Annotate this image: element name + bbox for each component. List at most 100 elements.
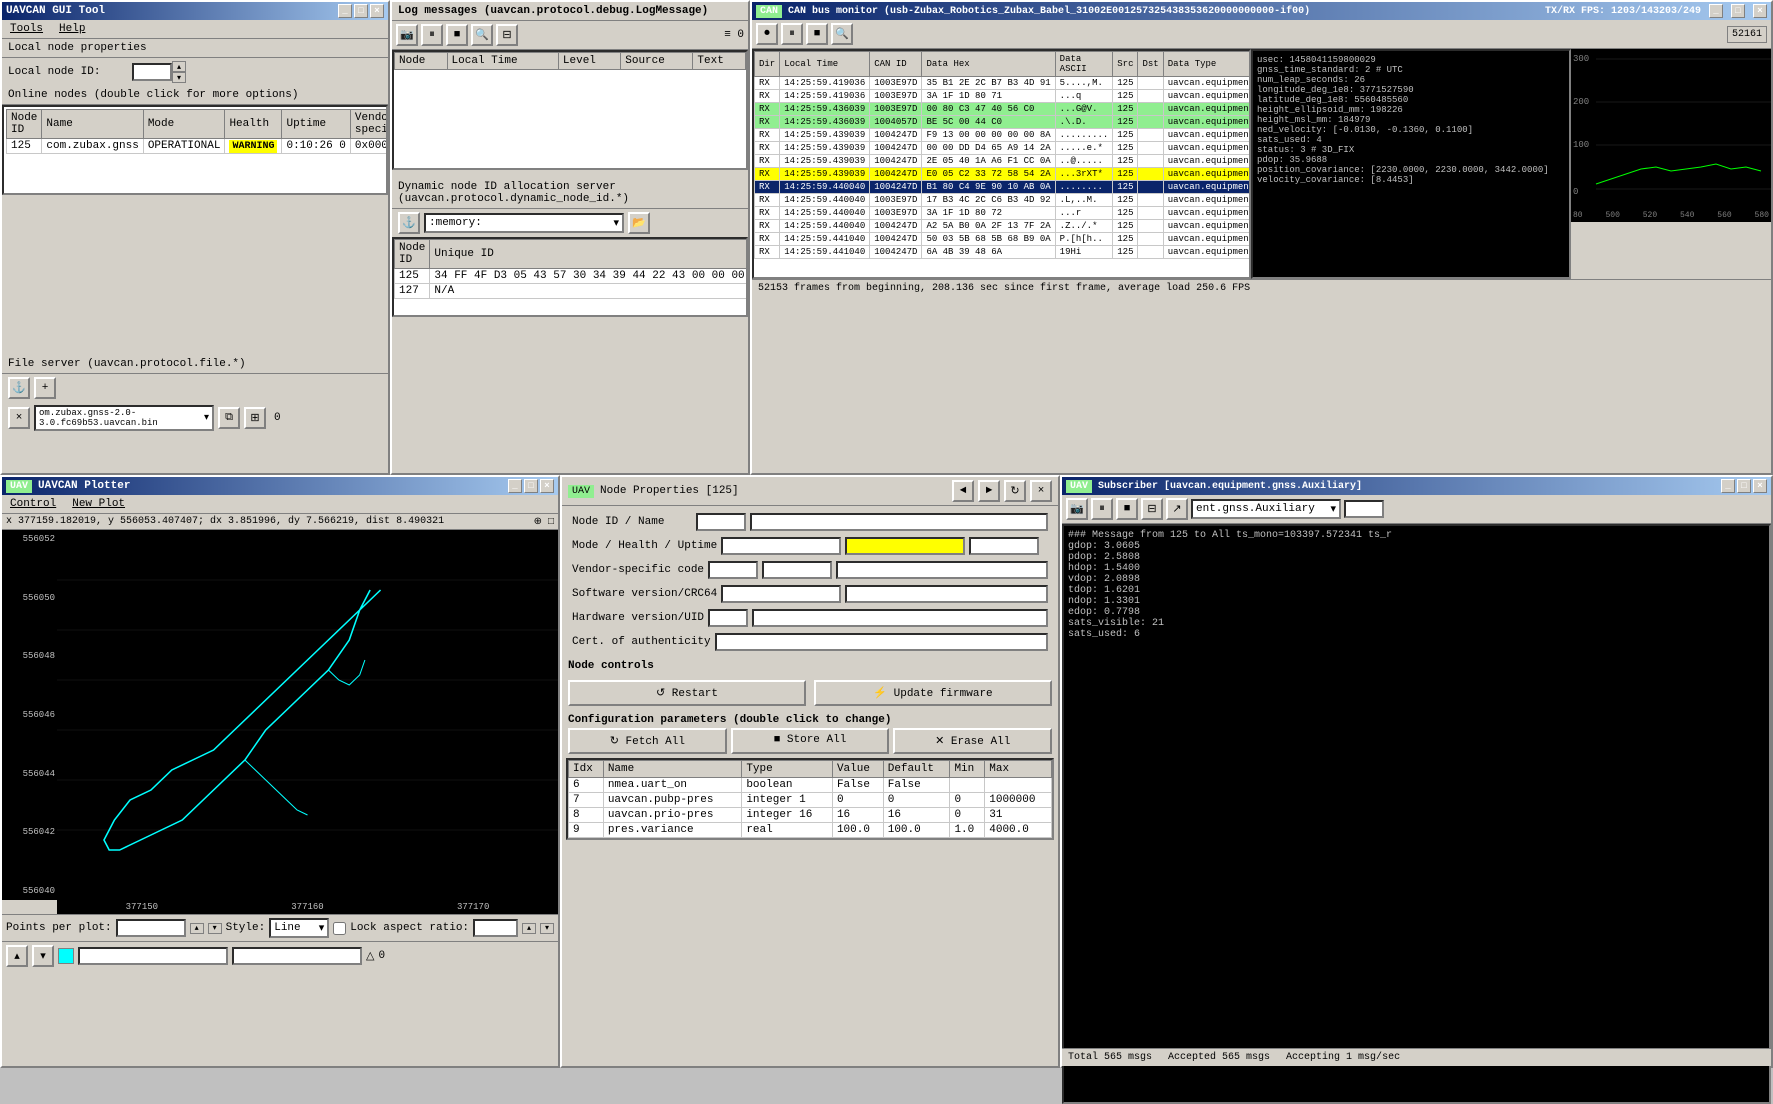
- table-row[interactable]: RX 14:25:59.440040 1004247D A2 5A B0 0A …: [755, 220, 1252, 233]
- health-field[interactable]: WARNING (1): [845, 537, 965, 555]
- node-nav-close[interactable]: ×: [1030, 480, 1052, 502]
- log-filter-btn[interactable]: ⊟: [496, 24, 518, 46]
- file-paste-btn[interactable]: ⊞: [244, 407, 266, 429]
- sub-fwd-btn[interactable]: ↗: [1166, 498, 1188, 520]
- file-server-pin-btn[interactable]: ⚓: [8, 377, 30, 399]
- fetch-all-btn[interactable]: ↻ Fetch All: [568, 728, 727, 754]
- table-row[interactable]: RX 14:25:59.419036 1003E97D 3A 1F 1D 80 …: [755, 90, 1252, 103]
- table-row[interactable]: 7 uavcan.pubp-pres integer 1 0 0 0 10000…: [569, 793, 1052, 808]
- table-row[interactable]: RX 14:25:59.436039 1003E97D 00 80 C3 47 …: [755, 103, 1252, 116]
- sub-filter-btn[interactable]: ⊟: [1141, 498, 1163, 520]
- vendor-hex-field[interactable]: 0x0000: [762, 561, 832, 579]
- log-camera-btn[interactable]: 📷: [396, 24, 418, 46]
- plot-field-input[interactable]: msg.latitude_deg_1e8/1e4: [232, 947, 362, 965]
- table-row[interactable]: 9 pres.variance real 100.0 100.0 1.0 400…: [569, 823, 1052, 838]
- points-down[interactable]: ▾: [208, 923, 222, 934]
- sub-clear-btn[interactable]: ■: [1116, 498, 1138, 520]
- plotter-close-btn[interactable]: ×: [540, 479, 554, 493]
- maximize-btn[interactable]: □: [354, 4, 368, 18]
- new-plot-menu[interactable]: New Plot: [68, 497, 129, 511]
- restart-btn[interactable]: ↺ Restart: [568, 680, 806, 706]
- aspect-input[interactable]: 1.000: [473, 919, 518, 937]
- hardware-version-field[interactable]: 2.0: [708, 609, 748, 627]
- file-copy-btn[interactable]: ⧉: [218, 407, 240, 429]
- file-server-remove-btn[interactable]: ×: [8, 407, 30, 429]
- table-row[interactable]: RX 14:25:59.439039 1004247D 2E 05 40 1A …: [755, 155, 1252, 168]
- node-nav-next[interactable]: ►: [978, 480, 1000, 502]
- table-row[interactable]: 8 uavcan.prio-pres integer 16 16 16 0 31: [569, 808, 1052, 823]
- hardware-uid-field[interactable]: 34 ff d3 05 43 57 30 34 39 44 22 43 00 0…: [752, 609, 1048, 627]
- can-minimize-btn[interactable]: _: [1709, 4, 1723, 18]
- lock-aspect-checkbox[interactable]: [333, 922, 346, 935]
- log-search-btn[interactable]: 🔍: [471, 24, 493, 46]
- table-row[interactable]: RX 14:25:59.439039 1004247D 00 00 DD D4 …: [755, 142, 1252, 155]
- close-btn[interactable]: ×: [370, 4, 384, 18]
- node-id-field[interactable]: 125: [696, 513, 746, 531]
- minimize-btn[interactable]: _: [338, 4, 352, 18]
- store-all-btn[interactable]: ■ Store All: [731, 728, 890, 754]
- plotter-maximize-btn[interactable]: □: [524, 479, 538, 493]
- can-maximize-btn[interactable]: □: [1731, 4, 1745, 18]
- style-dropdown[interactable]: Line ▾: [269, 918, 329, 938]
- sub-pause-btn[interactable]: ⏸: [1091, 498, 1113, 520]
- local-node-id-spinbox[interactable]: 127 ▴ ▾: [132, 61, 186, 83]
- memory-pin-btn[interactable]: ⚓: [398, 212, 420, 234]
- sub-type-dropdown[interactable]: ent.gnss.Auxiliary ▾: [1191, 499, 1341, 519]
- aspect-up[interactable]: ▴: [522, 923, 536, 934]
- can-record-btn[interactable]: ⏺: [756, 23, 778, 45]
- table-row[interactable]: RX 14:25:59.439039 1004247D F9 13 00 00 …: [755, 129, 1252, 142]
- help-menu[interactable]: Help: [55, 22, 89, 36]
- file-server-path-dropdown[interactable]: om.zubax.gnss-2.0-3.0.fc69b53.uavcan.bin…: [34, 405, 214, 431]
- vendor-code-field[interactable]: 0: [708, 561, 758, 579]
- memory-dropdown[interactable]: :memory: ▾: [424, 213, 624, 233]
- log-pause-btn[interactable]: ⏸: [421, 24, 443, 46]
- plot-color-btn[interactable]: [58, 948, 74, 964]
- table-row[interactable]: RX 14:25:59.440040 1004247D B1 80 C4 9E …: [755, 181, 1252, 194]
- node-name-field[interactable]: com.zubax.gnss: [750, 513, 1048, 531]
- control-menu[interactable]: Control: [6, 497, 60, 511]
- can-stop-btn[interactable]: ■: [806, 23, 828, 45]
- table-row[interactable]: RX 14:25:59.436039 1004057D BE 5C 00 44 …: [755, 116, 1252, 129]
- uptime-field[interactable]: 0:10:26: [969, 537, 1039, 555]
- table-row[interactable]: RX 14:25:59.440040 1003E97D 3A 1F 1D 80 …: [755, 207, 1252, 220]
- table-row[interactable]: RX 14:25:59.419036 1003E97D 35 B1 2E 2C …: [755, 77, 1252, 90]
- vendor-binary-field[interactable]: 0b00000000_00000000: [836, 561, 1048, 579]
- software-crc-field[interactable]: 0xee2cdd71560b837b: [845, 585, 1048, 603]
- sub-camera-btn[interactable]: 📷: [1066, 498, 1088, 520]
- file-server-add-btn[interactable]: +: [34, 377, 56, 399]
- can-pause-btn[interactable]: ⏸: [781, 23, 803, 45]
- table-row[interactable]: RX 14:25:59.441040 1004247D 6A 4B 39 48 …: [755, 246, 1252, 259]
- table-row[interactable]: 127 N/A: [395, 284, 749, 299]
- points-input[interactable]: 100000: [116, 919, 186, 937]
- update-firmware-btn[interactable]: ⚡ Update firmware: [814, 680, 1052, 706]
- memory-open-btn[interactable]: 📂: [628, 212, 650, 234]
- plot-type-input[interactable]: uavcan.equipment.gnss.Fix: [78, 947, 228, 965]
- log-clear-btn[interactable]: ■: [446, 24, 468, 46]
- node-nav-refresh[interactable]: ↻: [1004, 480, 1026, 502]
- plot-down-btn[interactable]: ▾: [32, 945, 54, 967]
- cert-field[interactable]: [715, 633, 1048, 651]
- node-nav-prev[interactable]: ◄: [952, 480, 974, 502]
- table-row[interactable]: RX 14:25:59.440040 1003E97D 17 B3 4C 2C …: [755, 194, 1252, 207]
- table-row[interactable]: RX 14:25:59.441040 1004247D 50 03 5B 68 …: [755, 233, 1252, 246]
- node-id-up-btn[interactable]: ▴: [172, 61, 186, 72]
- sub-minimize-btn[interactable]: _: [1721, 479, 1735, 493]
- table-row[interactable]: 125 com.zubax.gnss OPERATIONAL WARNING 0…: [7, 139, 389, 154]
- can-close-btn[interactable]: ×: [1753, 4, 1767, 18]
- plotter-minimize-btn[interactable]: _: [508, 479, 522, 493]
- table-row[interactable]: 125 34 FF 4F D3 05 43 57 30 34 39 44 22 …: [395, 269, 749, 284]
- plot-up-btn[interactable]: ▴: [6, 945, 28, 967]
- sub-close-btn[interactable]: ×: [1753, 479, 1767, 493]
- erase-all-btn[interactable]: ✕ Erase All: [893, 728, 1052, 754]
- tools-menu[interactable]: Tools: [6, 22, 47, 36]
- sub-maximize-btn[interactable]: □: [1737, 479, 1751, 493]
- local-node-id-input[interactable]: 127: [132, 63, 172, 81]
- node-id-down-btn[interactable]: ▾: [172, 72, 186, 83]
- software-version-field[interactable]: 3.0.0c0761d0: [721, 585, 841, 603]
- points-up[interactable]: ▴: [190, 923, 204, 934]
- table-row[interactable]: RX 14:25:59.439039 1004247D E0 05 C2 33 …: [755, 168, 1252, 181]
- aspect-down[interactable]: ▾: [540, 923, 554, 934]
- mode-field[interactable]: OPERATIONAL (0): [721, 537, 841, 555]
- sub-rate-input[interactable]: 100: [1344, 500, 1384, 518]
- table-row[interactable]: 6 nmea.uart_on boolean False False: [569, 778, 1052, 793]
